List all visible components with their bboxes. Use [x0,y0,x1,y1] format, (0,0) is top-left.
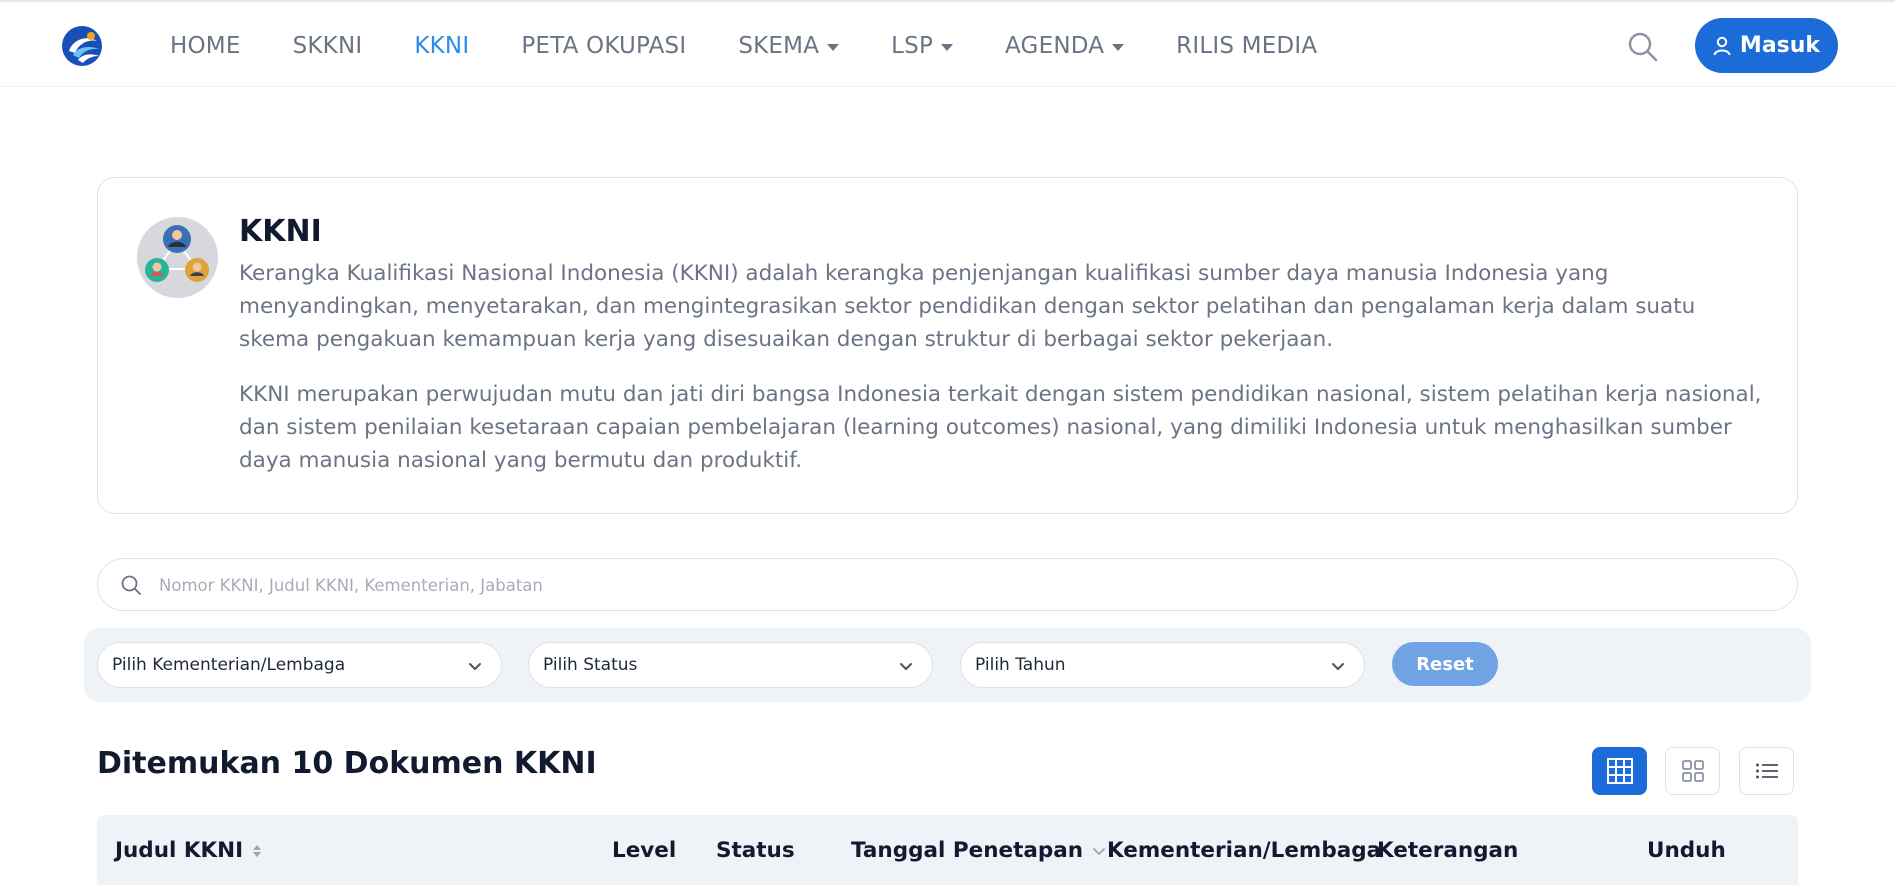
nav-skkni[interactable]: SKKNI [293,33,363,59]
reset-label: Reset [1416,653,1474,675]
chevron-down-icon [900,663,912,670]
column-status: Status [716,838,795,863]
sort-icon [253,844,262,857]
login-label: Masuk [1739,33,1821,58]
user-icon [1713,36,1731,55]
chevron-down-icon [1093,847,1105,855]
status-select-value: Pilih Status [543,655,638,675]
column-tanggal-penetapan[interactable]: Tanggal Penetapan [851,838,1106,863]
nav-peta-okupasi-label: PETA OKUPASI [521,33,687,59]
column-keterangan: Keterangan [1377,838,1518,863]
kkni-table-header: Judul KKNI Level Status Tanggal Penetapa… [97,815,1798,885]
kominfo-logo[interactable] [61,25,103,67]
column-status-label: Status [716,838,795,863]
nav-lsp[interactable]: LSP [891,33,954,59]
column-keterangan-label: Keterangan [1377,838,1519,863]
table-view-icon [1606,758,1633,784]
nav-skema[interactable]: SKEMA [738,33,840,59]
kkni-search-bar[interactable] [97,558,1798,611]
nav-agenda[interactable]: AGENDA [1005,33,1125,59]
nav-skema-label: SKEMA [738,33,820,59]
nav-peta-okupasi[interactable]: PETA OKUPASI [521,33,686,59]
caret-down-icon [827,43,840,51]
list-view-button[interactable] [1739,747,1794,795]
chevron-down-icon [469,663,481,670]
table-view-button[interactable] [1592,747,1647,795]
nav-kkni[interactable]: KKNI [414,33,469,59]
column-kementerian-label: Kementerian/Lembaga [1107,838,1382,863]
results-title: Ditemukan 10 Dokumen KKNI [97,746,597,781]
grid-view-button[interactable] [1665,747,1720,795]
column-tanggal-label: Tanggal Penetapan [851,838,1084,863]
caret-down-icon [941,43,954,51]
nav-agenda-label: AGENDA [1005,33,1105,59]
info-paragraph-2: KKNI merupakan perwujudan mutu dan jati … [239,382,1762,473]
search-input[interactable] [159,569,1759,601]
reset-button[interactable]: Reset [1392,642,1498,686]
column-unduh: Unduh [1647,838,1726,863]
search-icon [121,575,141,595]
kkni-info-card: KKNI Kerangka Kualifikasi Nasional Indon… [97,177,1798,514]
main-nav: HOME SKKNI KKNI PETA OKUPASI SKEMA LSP A… [170,29,1369,63]
chevron-down-icon [1332,663,1344,670]
nav-skkni-label: SKKNI [292,33,363,59]
list-view-icon [1755,763,1778,779]
caret-down-icon [1112,43,1125,51]
nav-rilis-media[interactable]: RILIS MEDIA [1176,33,1317,59]
info-title: KKNI [239,214,322,249]
grid-view-icon [1681,760,1704,782]
kementerian-select-value: Pilih Kementerian/Lembaga [112,655,346,675]
column-level-label: Level [612,838,677,863]
column-judul-label: Judul KKNI [115,838,244,863]
column-unduh-label: Unduh [1647,838,1726,863]
tahun-select-value: Pilih Tahun [975,655,1066,675]
nav-lsp-label: LSP [891,33,934,59]
filter-panel: Pilih Kementerian/Lembaga Pilih Status P… [84,628,1811,702]
login-button[interactable]: Masuk [1695,18,1838,73]
nav-kkni-label: KKNI [414,33,470,59]
tahun-select[interactable]: Pilih Tahun [960,642,1365,688]
nav-home[interactable]: HOME [170,33,241,59]
people-network-icon [137,217,218,298]
column-judul-kkni[interactable]: Judul KKNI [115,838,262,863]
nav-rilis-media-label: RILIS MEDIA [1176,33,1318,59]
top-navbar: HOME SKKNI KKNI PETA OKUPASI SKEMA LSP A… [0,0,1895,87]
kementerian-select[interactable]: Pilih Kementerian/Lembaga [97,642,502,688]
column-kementerian: Kementerian/Lembaga [1107,838,1381,863]
search-icon[interactable] [1626,30,1660,64]
nav-home-label: HOME [170,33,241,59]
column-level: Level [612,838,676,863]
status-select[interactable]: Pilih Status [528,642,933,688]
info-paragraph-1: Kerangka Kualifikasi Nasional Indonesia … [239,261,1696,352]
